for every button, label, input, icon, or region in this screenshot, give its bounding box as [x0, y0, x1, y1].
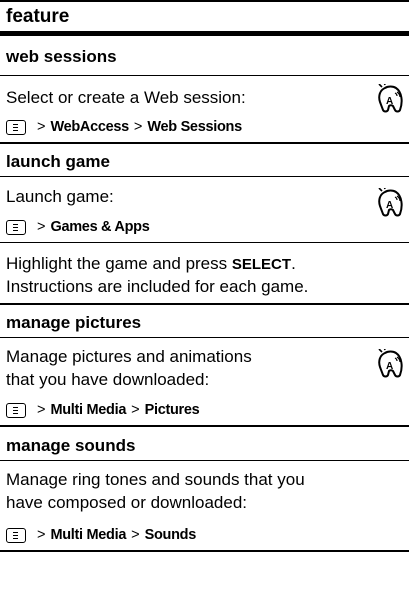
manage-sounds-title: manage sounds — [6, 436, 136, 455]
select-key-label: SELECT — [231, 256, 292, 273]
path-item: WebAccess — [50, 119, 129, 135]
network-feature-icon: A — [378, 349, 403, 378]
manage-sounds-path: > Multi Media > Sounds — [6, 527, 196, 543]
manage-pictures-description-line2: that you have downloaded: — [6, 370, 210, 389]
path-item: Sounds — [144, 527, 197, 543]
web-sessions-description: Select or create a Web session: — [6, 88, 246, 107]
network-feature-icon: A — [378, 188, 403, 217]
menu-key-icon — [6, 402, 26, 418]
svg-text:A: A — [386, 200, 393, 211]
launch-game-description: Launch game: — [6, 187, 114, 206]
table-header: feature — [0, 2, 409, 31]
header-rule — [0, 31, 409, 36]
section-divider — [0, 142, 409, 144]
row-divider — [0, 242, 409, 243]
section-divider — [0, 425, 409, 427]
launch-game-note-line2: Instructions are included for each game. — [6, 277, 309, 296]
path-item: Multi Media — [50, 402, 127, 418]
manage-pictures-description-line1: Manage pictures and animations — [6, 347, 252, 366]
path-item: Multi Media — [50, 527, 127, 543]
manage-sounds-description-line2: have composed or downloaded: — [6, 493, 247, 512]
manage-pictures-path: > Multi Media > Pictures — [6, 402, 200, 418]
row-divider — [0, 176, 409, 177]
menu-key-icon — [6, 119, 26, 135]
menu-key-icon — [6, 219, 26, 235]
web-sessions-path: > WebAccess > Web Sessions — [6, 119, 242, 135]
svg-text:A: A — [386, 361, 393, 372]
launch-game-title: launch game — [6, 152, 110, 171]
manage-sounds-description-line1: Manage ring tones and sounds that you — [6, 470, 305, 489]
svg-text:A: A — [386, 96, 393, 107]
menu-key-icon — [6, 527, 26, 543]
launch-game-path: > Games & Apps — [6, 219, 150, 235]
path-item: Web Sessions — [147, 119, 242, 135]
feature-table: feature web sessions Select or create a … — [0, 0, 409, 600]
path-item: Games & Apps — [50, 219, 150, 235]
row-divider — [0, 460, 409, 461]
network-feature-icon: A — [378, 84, 403, 113]
row-divider — [0, 337, 409, 338]
row-divider — [0, 75, 409, 76]
table-bottom-rule — [0, 550, 409, 552]
path-item: Pictures — [144, 402, 200, 418]
web-sessions-title: web sessions — [6, 47, 117, 66]
manage-pictures-title: manage pictures — [6, 313, 142, 332]
header-label: feature — [6, 5, 70, 27]
section-divider — [0, 303, 409, 305]
launch-game-note: Highlight the game and press SELECT. — [6, 254, 296, 273]
